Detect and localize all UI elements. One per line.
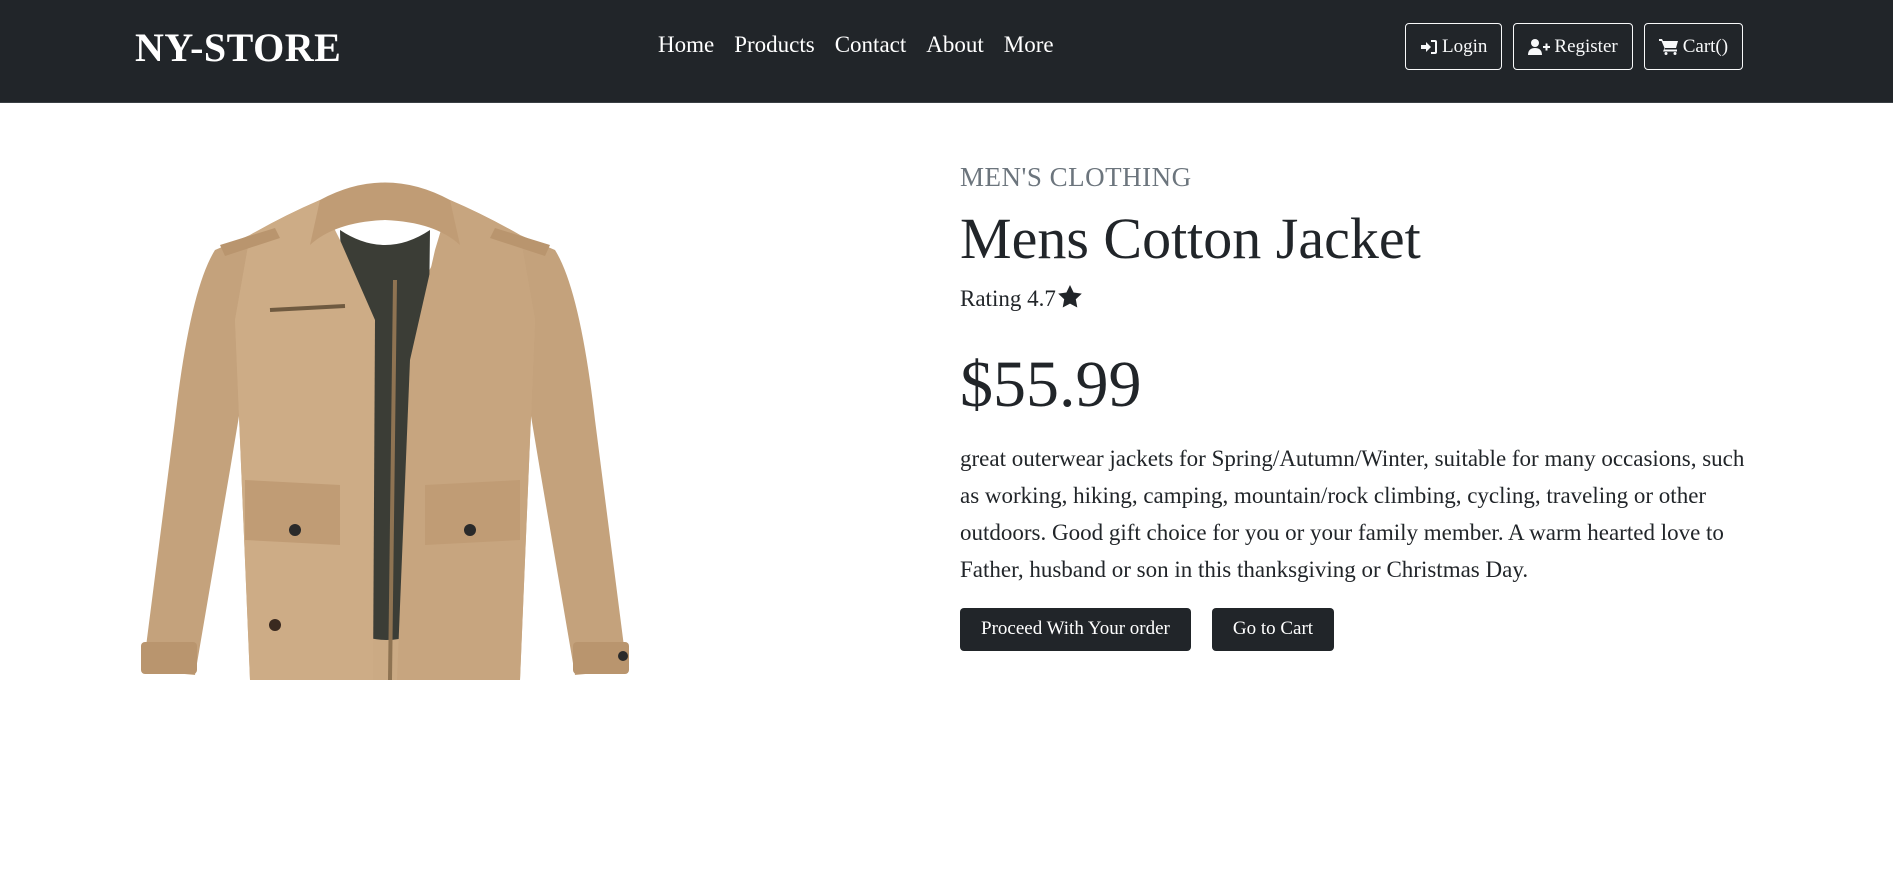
nav-actions: Login Register Cart() — [1405, 23, 1744, 70]
shopping-cart-icon — [1658, 38, 1679, 55]
login-label: Login — [1442, 35, 1488, 57]
rating-label: Rating 4.7 — [960, 286, 1056, 312]
product-image — [135, 160, 635, 690]
product-description: great outerwear jackets for Spring/Autum… — [960, 445, 1745, 582]
product-rating: Rating 4.7 — [960, 284, 1760, 314]
nav-link-more[interactable]: More — [1004, 32, 1054, 58]
product-info: MEN'S CLOTHING Mens Cotton Jacket Rating… — [960, 162, 1760, 651]
user-plus-icon — [1528, 38, 1551, 55]
register-label: Register — [1554, 35, 1618, 57]
product-title: Mens Cotton Jacket — [960, 206, 1421, 271]
nav-link-about[interactable]: About — [926, 32, 984, 58]
cart-label: Cart() — [1682, 35, 1729, 57]
nav-link-home[interactable]: Home — [658, 32, 714, 58]
navbar: NY-STORE Home Products Contact About Mor… — [0, 0, 1893, 103]
star-icon — [1058, 284, 1082, 314]
proceed-order-button[interactable]: Proceed With Your order — [960, 607, 1191, 651]
product-category: MEN'S CLOTHING — [960, 162, 1192, 192]
register-button[interactable]: Register — [1513, 23, 1633, 70]
cart-button[interactable]: Cart() — [1643, 23, 1744, 70]
right-sleeve — [515, 235, 627, 675]
login-button[interactable]: Login — [1405, 23, 1503, 70]
nav-link-contact[interactable]: Contact — [835, 32, 907, 58]
go-to-cart-button[interactable]: Go to Cart — [1211, 607, 1335, 651]
nav-link-products[interactable]: Products — [734, 32, 815, 58]
sign-in-icon — [1420, 39, 1438, 55]
product-actions: Proceed With Your order Go to Cart — [960, 607, 1760, 651]
product-price: $55.99 — [960, 347, 1142, 421]
brand-logo[interactable]: NY-STORE — [135, 24, 341, 71]
left-sleeve — [143, 235, 255, 675]
main-nav: Home Products Contact About More — [658, 32, 1054, 58]
